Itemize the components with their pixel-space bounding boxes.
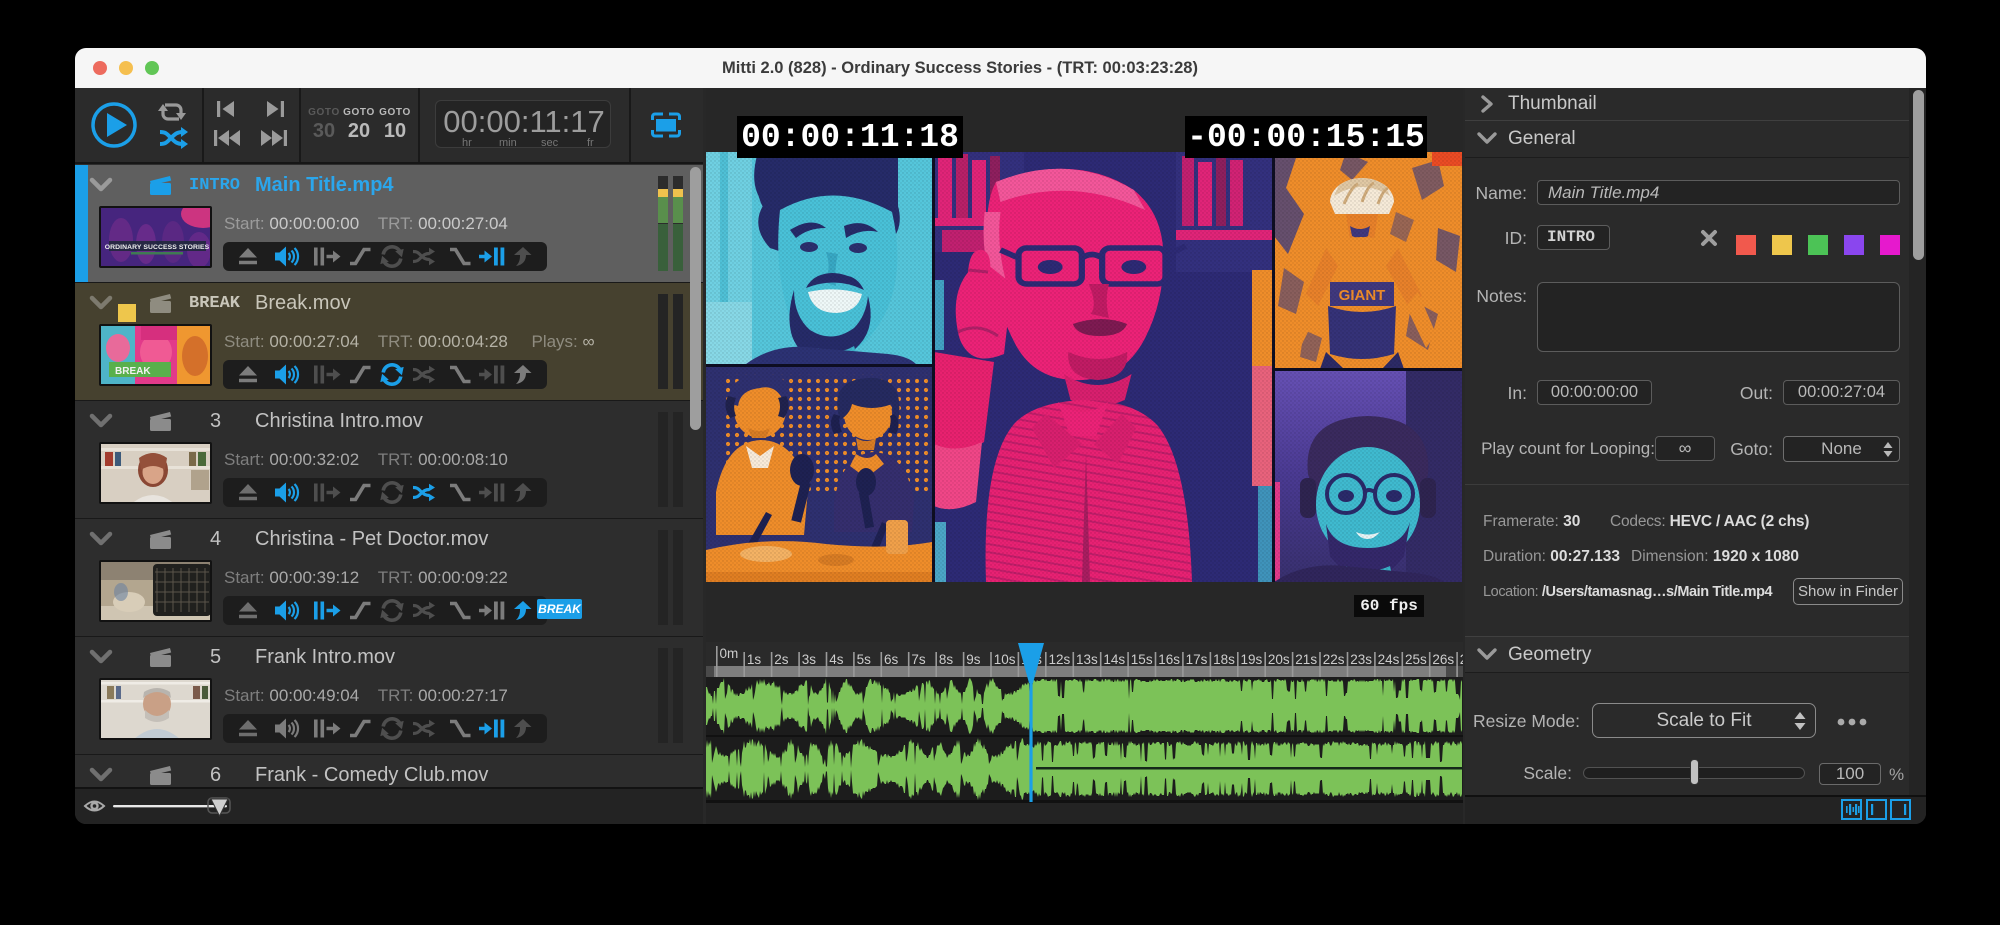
svg-text:27: 27 [1460,652,1463,667]
svg-text:0m: 0m [720,646,739,661]
svg-text:8s: 8s [939,652,954,667]
svg-text:15s: 15s [1131,652,1153,667]
svg-text:24s: 24s [1378,652,1400,667]
svg-text:13s: 13s [1076,652,1098,667]
svg-text:2s: 2s [774,652,789,667]
svg-text:16s: 16s [1158,652,1180,667]
svg-text:BREAK: BREAK [115,366,151,377]
svg-text:7s: 7s [911,652,926,667]
svg-text:3s: 3s [802,652,817,667]
svg-text:GOTO: GOTO [379,107,411,118]
svg-text:9s: 9s [966,652,981,667]
svg-text:21s: 21s [1295,652,1317,667]
svg-text:20s: 20s [1268,652,1290,667]
svg-text:26s: 26s [1432,652,1454,667]
svg-text:18s: 18s [1213,652,1235,667]
svg-text:5s: 5s [857,652,872,667]
svg-text:17s: 17s [1186,652,1208,667]
svg-text:10: 10 [384,120,406,142]
svg-text:4s: 4s [829,652,844,667]
svg-text:6s: 6s [884,652,899,667]
svg-text:14s: 14s [1103,652,1125,667]
svg-text:GOTO: GOTO [308,107,340,118]
svg-text:23s: 23s [1350,652,1372,667]
svg-text:1s: 1s [747,652,762,667]
svg-text:30: 30 [313,120,335,142]
svg-text:20: 20 [348,120,370,142]
svg-text:25s: 25s [1405,652,1427,667]
svg-text:ORDINARY SUCCESS STORIES: ORDINARY SUCCESS STORIES [105,244,210,251]
svg-text:22s: 22s [1323,652,1345,667]
svg-text:12s: 12s [1049,652,1071,667]
svg-text:19s: 19s [1241,652,1263,667]
svg-text:GOTO: GOTO [343,107,375,118]
